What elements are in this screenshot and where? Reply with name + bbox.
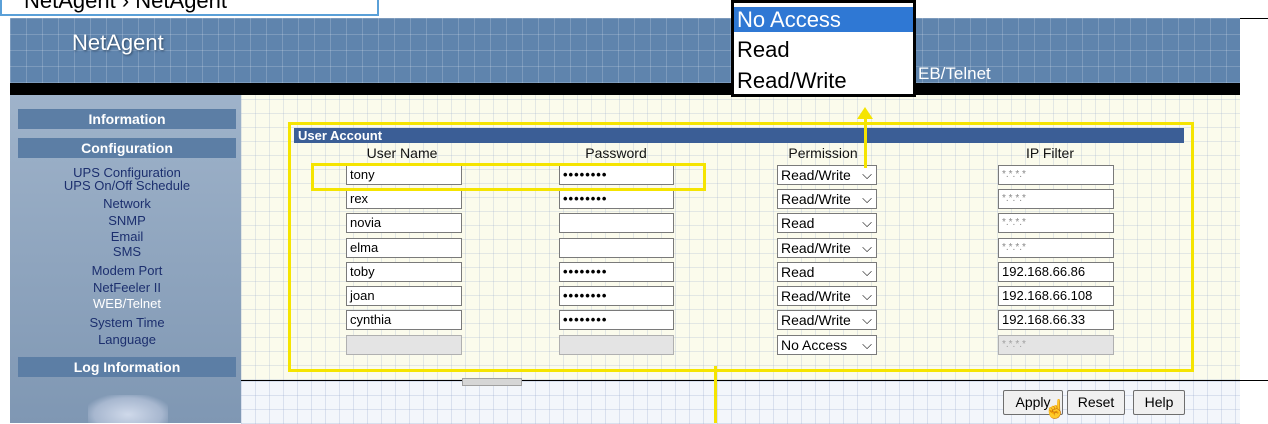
column-header-ip-filter: IP Filter bbox=[1026, 145, 1074, 161]
permission-value: Read/Write bbox=[781, 167, 851, 183]
sidebar-section-log-information[interactable]: Log Information bbox=[18, 357, 236, 377]
column-header-user-name: User Name bbox=[366, 145, 438, 161]
hand-cursor-icon: ☝ bbox=[1044, 399, 1067, 419]
sidebar-item-network[interactable]: Network bbox=[18, 197, 236, 210]
header-banner: NetAgent EB/Telnet bbox=[10, 18, 1240, 83]
dropdown-option-read[interactable]: Read bbox=[737, 37, 790, 62]
dropdown-option-no-access[interactable]: No Access bbox=[734, 7, 913, 32]
permission-select[interactable]: No Access ⌵ bbox=[777, 335, 877, 355]
callout-arrow-up bbox=[864, 116, 867, 168]
caption-text: NetAgent › NetAgent bbox=[24, 0, 228, 13]
chevron-down-icon: ⌵ bbox=[862, 337, 872, 352]
gray-tab bbox=[462, 378, 522, 386]
permission-dropdown-list: No Access Read Read/Write bbox=[731, 0, 916, 97]
sidebar-item-netfeeler[interactable]: NetFeeler II bbox=[18, 281, 236, 294]
ip-filter-field[interactable]: *.*.*.* bbox=[998, 238, 1114, 258]
chevron-down-icon: ⌵ bbox=[862, 312, 872, 327]
permission-value: Read/Write bbox=[781, 240, 851, 256]
username-field[interactable]: rex bbox=[346, 189, 462, 209]
username-field[interactable]: elma bbox=[346, 238, 462, 258]
chevron-down-icon: ⌵ bbox=[862, 167, 872, 182]
permission-value: Read/Write bbox=[781, 312, 851, 328]
password-field[interactable] bbox=[559, 238, 674, 258]
ip-filter-field[interactable]: *.*.*.* bbox=[998, 189, 1114, 209]
permission-select[interactable]: Read ⌵ bbox=[777, 262, 877, 282]
sidebar-section-information[interactable]: Information bbox=[18, 109, 236, 129]
username-field[interactable]: joan bbox=[346, 286, 462, 306]
divider-line bbox=[1240, 380, 1268, 381]
column-header-password: Password bbox=[585, 145, 647, 161]
sidebar-item-modem-port[interactable]: Modem Port bbox=[18, 264, 236, 277]
permission-select[interactable]: Read/Write ⌵ bbox=[777, 165, 877, 185]
sidebar-item-web-telnet[interactable]: WEB/Telnet bbox=[18, 297, 236, 310]
permission-value: Read bbox=[781, 264, 815, 280]
panel-title: User Account bbox=[294, 128, 1184, 143]
password-field bbox=[559, 335, 674, 355]
sidebar-item-sms[interactable]: SMS bbox=[18, 245, 236, 258]
sidebar-item-snmp[interactable]: SNMP bbox=[18, 214, 236, 227]
ip-filter-field[interactable]: 192.168.66.86 bbox=[998, 262, 1114, 282]
chevron-down-icon: ⌵ bbox=[862, 191, 872, 206]
password-field[interactable]: •••••••• bbox=[559, 286, 674, 306]
page-title: EB/Telnet bbox=[918, 64, 991, 83]
ip-filter-field[interactable]: *.*.*.* bbox=[998, 213, 1114, 233]
netagent-logo: NetAgent bbox=[72, 30, 164, 55]
permission-select[interactable]: Read/Write ⌵ bbox=[777, 238, 877, 258]
header-rule bbox=[1240, 18, 1268, 19]
caption-box: NetAgent › NetAgent bbox=[0, 0, 379, 16]
permission-select[interactable]: Read/Write ⌵ bbox=[777, 286, 877, 306]
sidebar-item-language[interactable]: Language bbox=[18, 333, 236, 346]
permission-value: Read/Write bbox=[781, 191, 851, 207]
chevron-down-icon: ⌵ bbox=[862, 240, 872, 255]
dropdown-option-read-write[interactable]: Read/Write bbox=[737, 68, 847, 93]
password-field[interactable]: •••••••• bbox=[559, 262, 674, 282]
callout-arrow-down bbox=[714, 366, 717, 423]
chevron-down-icon: ⌵ bbox=[862, 288, 872, 303]
password-field[interactable]: •••••••• bbox=[559, 189, 674, 209]
sidebar-decoration bbox=[88, 395, 168, 423]
password-field[interactable]: •••••••• bbox=[559, 310, 674, 330]
permission-value: Read bbox=[781, 215, 815, 231]
ip-filter-field[interactable]: 192.168.66.33 bbox=[998, 310, 1114, 330]
password-field[interactable] bbox=[559, 213, 674, 233]
ip-filter-field[interactable]: *.*.*.* bbox=[998, 165, 1114, 185]
sidebar-item-system-time[interactable]: System Time bbox=[18, 316, 236, 329]
arrow-up-icon bbox=[857, 107, 873, 119]
permission-value: Read/Write bbox=[781, 288, 851, 304]
permission-select[interactable]: Read ⌵ bbox=[777, 213, 877, 233]
sidebar-section-configuration[interactable]: Configuration bbox=[18, 138, 236, 158]
chevron-down-icon: ⌵ bbox=[862, 264, 872, 279]
column-header-permission: Permission bbox=[788, 145, 858, 161]
sidebar-item-email[interactable]: Email bbox=[18, 230, 236, 243]
username-field bbox=[346, 335, 462, 355]
username-field[interactable]: cynthia bbox=[346, 310, 462, 330]
permission-select[interactable]: Read/Write ⌵ bbox=[777, 189, 877, 209]
ip-filter-field: *.*.*.* bbox=[998, 335, 1114, 355]
sidebar: Information Configuration UPS Configurat… bbox=[10, 95, 241, 423]
ip-filter-field[interactable]: 192.168.66.108 bbox=[998, 286, 1114, 306]
permission-value: No Access bbox=[781, 337, 848, 353]
sidebar-item-ups-schedule[interactable]: UPS On/Off Schedule bbox=[18, 179, 236, 192]
username-field[interactable]: toby bbox=[346, 262, 462, 282]
username-field[interactable]: novia bbox=[346, 213, 462, 233]
help-button[interactable]: Help bbox=[1133, 390, 1185, 415]
reset-button[interactable]: Reset bbox=[1067, 390, 1125, 415]
permission-select[interactable]: Read/Write ⌵ bbox=[777, 310, 877, 330]
header-strip bbox=[10, 83, 1240, 95]
tony-row-highlight bbox=[311, 163, 706, 191]
chevron-down-icon: ⌵ bbox=[862, 215, 872, 230]
